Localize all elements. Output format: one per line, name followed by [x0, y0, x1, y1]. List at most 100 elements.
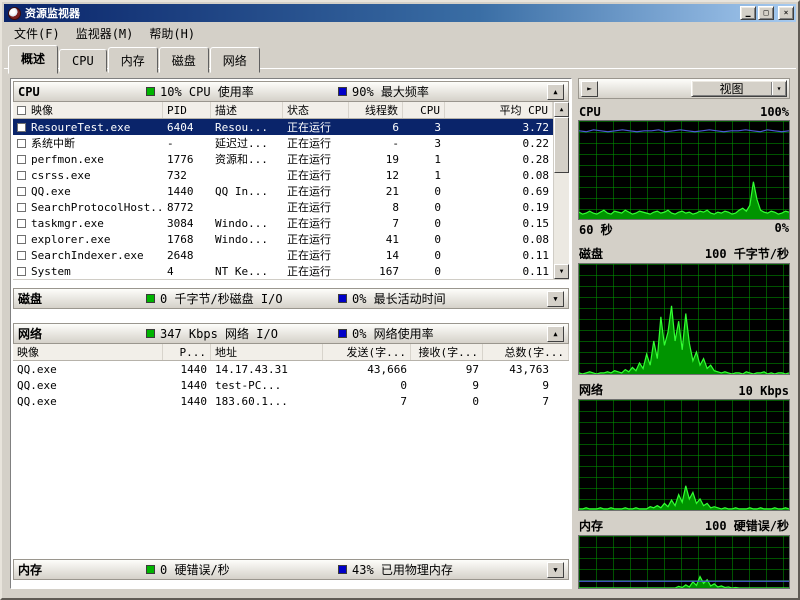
tab-bar: 概述CPU内存磁盘网络 [4, 44, 796, 68]
column-header-label: PID [167, 104, 187, 117]
memory-graph [578, 535, 790, 589]
panel-expand-button[interactable]: ► [581, 81, 598, 97]
network-table-header: 映像P...地址发送(字...接收(字...总数(字... [13, 344, 569, 361]
tab-disk[interactable]: 磁盘 [159, 47, 209, 73]
tab-overview[interactable]: 概述 [8, 45, 58, 74]
table-cell: 资源和... [211, 151, 283, 167]
cpu-table: 映像 PID 描述状态线程数CPU平均 CPU ResoureTest.exe640… [13, 102, 569, 280]
table-row[interactable]: System4NT Ke...正在运行16700.11 [13, 263, 569, 279]
scroll-track[interactable] [554, 117, 569, 264]
table-cell: 正在运行 [283, 199, 349, 215]
disk-section-title: 磁盘 [18, 290, 146, 307]
cpu-graph [578, 120, 790, 220]
row-checkbox[interactable] [17, 123, 26, 132]
column-header[interactable]: 描述 [211, 102, 283, 118]
table-row[interactable]: 系统中断-延迟过...正在运行-30.22 [13, 135, 569, 151]
table-cell: QQ In... [211, 183, 283, 199]
memory-collapse-button[interactable]: ▼ [547, 562, 564, 578]
column-header[interactable]: 接收(字... [411, 344, 483, 360]
table-cell: 9 [483, 377, 553, 393]
row-checkbox[interactable] [17, 187, 26, 196]
disk-graph-scale: 100 千字节/秒 [705, 245, 789, 262]
table-cell: 正在运行 [283, 119, 349, 135]
disk-collapse-button[interactable]: ▼ [547, 291, 564, 307]
column-header[interactable]: 映像 [13, 344, 163, 360]
table-cell: 延迟过... [211, 135, 283, 151]
row-checkbox[interactable] [17, 219, 26, 228]
table-cell: 183.60.1... [211, 393, 323, 409]
table-cell: 732 [163, 167, 211, 183]
column-header[interactable]: PID [163, 102, 211, 118]
close-button[interactable]: × [778, 6, 794, 20]
views-button[interactable]: 视图 ▾ [691, 80, 787, 97]
menu-item-monitor[interactable]: 监视器(M) [68, 23, 142, 44]
resource-monitor-window: 资源监视器 ▁ □ × 文件(F) 监视器(M) 帮助(H) 概述CPU内存磁盘… [0, 0, 800, 600]
table-cell: 1768 [163, 231, 211, 247]
row-checkbox[interactable] [17, 171, 26, 180]
disk-section-header[interactable]: 磁盘 0 千字节/秒磁盘 I/O 0% 最长活动时间 ▼ [13, 288, 569, 309]
menu-item-help[interactable]: 帮助(H) [141, 23, 203, 44]
table-row[interactable]: perfmon.exe1776资源和...正在运行1910.28 [13, 151, 569, 167]
table-cell: 3 [403, 119, 445, 135]
table-cell: 8 [349, 199, 403, 215]
graphs-panel: ► 视图 ▾ CPU 100% 60 秒 0% 磁盘 [578, 78, 790, 589]
minimize-button[interactable]: ▁ [740, 6, 756, 20]
table-cell: csrss.exe [13, 167, 163, 183]
cpu-collapse-button[interactable]: ▲ [547, 84, 564, 100]
memory-section-header[interactable]: 内存 0 硬错误/秒 43% 已用物理内存 ▼ [13, 559, 569, 580]
table-row[interactable]: QQ.exe144014.17.43.3143,6669743,763 [13, 361, 569, 377]
max-frequency-line [579, 130, 789, 132]
row-checkbox[interactable] [17, 139, 26, 148]
table-cell: 1 [403, 167, 445, 183]
column-header[interactable]: 状态 [283, 102, 349, 118]
column-header[interactable]: 线程数 [349, 102, 403, 118]
table-row[interactable]: explorer.exe1768Windo...正在运行4100.08 [13, 231, 569, 247]
table-cell: 0 [403, 247, 445, 263]
scroll-up-button[interactable]: ▲ [554, 102, 569, 117]
menu-item-file[interactable]: 文件(F) [6, 23, 68, 44]
network-collapse-button[interactable]: ▲ [547, 326, 564, 342]
cpu-table-scrollbar[interactable]: ▲ ▼ [553, 102, 569, 279]
table-cell: 7 [323, 393, 411, 409]
table-row[interactable]: csrss.exe732正在运行1210.08 [13, 167, 569, 183]
table-cell: - [163, 135, 211, 151]
tab-memory[interactable]: 内存 [108, 47, 158, 73]
column-header[interactable]: 总数(字... [483, 344, 569, 360]
disk-graph [578, 263, 790, 375]
column-header[interactable]: CPU [403, 102, 445, 118]
row-checkbox[interactable] [17, 203, 26, 212]
column-header[interactable]: 平均 CPU [445, 102, 553, 118]
network-section-title: 网络 [18, 325, 146, 342]
cpu-graph-min-label: 0% [775, 221, 789, 238]
network-section-header[interactable]: 网络 347 Kbps 网络 I/O 0% 网络使用率 ▲ [13, 323, 569, 344]
column-header[interactable]: 地址 [211, 344, 323, 360]
table-row[interactable]: taskmgr.exe3084Windo...正在运行700.15 [13, 215, 569, 231]
cpu-section-header[interactable]: CPU 10% CPU 使用率 90% 最大频率 ▲ [13, 81, 569, 102]
cpu-frequency-label: 90% 最大频率 [352, 83, 429, 100]
table-row[interactable]: QQ.exe1440QQ In...正在运行2100.69 [13, 183, 569, 199]
maximize-button[interactable]: □ [758, 6, 774, 20]
table-row[interactable]: SearchIndexer.exe2648正在运行1400.11 [13, 247, 569, 263]
table-row[interactable]: SearchProtocolHost...8772正在运行800.19 [13, 199, 569, 215]
column-header[interactable]: P... [163, 344, 211, 360]
cpu-graph-xlabel: 60 秒 [579, 221, 613, 238]
table-row[interactable]: QQ.exe1440183.60.1...707 [13, 393, 569, 409]
column-header[interactable]: 映像 [13, 102, 163, 118]
row-checkbox[interactable] [17, 155, 26, 164]
scroll-down-button[interactable]: ▼ [554, 264, 569, 279]
row-checkbox[interactable] [17, 267, 26, 276]
select-all-checkbox[interactable] [17, 106, 26, 115]
cpu-graph-title: CPU [579, 105, 601, 119]
table-row[interactable]: ResoureTest.exe6404Resou...正在运行633.72 [13, 119, 569, 135]
tab-network[interactable]: 网络 [210, 47, 260, 73]
column-header[interactable]: 发送(字... [323, 344, 411, 360]
tab-cpu[interactable]: CPU [59, 49, 107, 72]
table-cell: 0 [403, 263, 445, 279]
row-checkbox[interactable] [17, 235, 26, 244]
scroll-thumb[interactable] [554, 117, 569, 173]
row-checkbox[interactable] [17, 251, 26, 260]
table-row[interactable]: QQ.exe1440test-PC...099 [13, 377, 569, 393]
memory-used-label: 43% 已用物理内存 [352, 561, 453, 578]
table-cell: 0.22 [445, 135, 553, 151]
network-graph-canvas [579, 400, 789, 510]
